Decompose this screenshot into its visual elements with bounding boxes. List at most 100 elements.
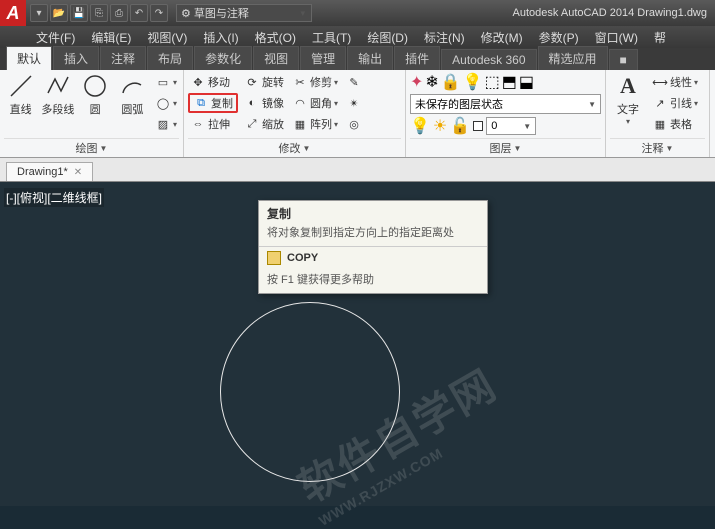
layer-props-icon[interactable]: ✦: [410, 72, 423, 92]
close-icon[interactable]: ✕: [74, 167, 82, 178]
dim-linear-button[interactable]: ⟷线性▾: [650, 72, 700, 92]
mirror-icon: ◐: [244, 95, 260, 111]
table-icon: ▦: [652, 116, 668, 132]
ellipse-button[interactable]: ◯▾: [153, 93, 179, 113]
tab-manage[interactable]: 管理: [300, 46, 346, 70]
tooltip-title: 复制: [259, 201, 487, 224]
ribbon-tabs: 默认 插入 注释 布局 参数化 视图 管理 输出 插件 Autodesk 360…: [0, 48, 715, 70]
move-icon: ✥: [190, 74, 206, 90]
workspace-label: 草图与注释: [194, 5, 249, 21]
qat-plot-icon[interactable]: ⎙: [110, 4, 128, 22]
menu-help[interactable]: 帮: [648, 27, 672, 48]
trim-button[interactable]: ✂修剪▾: [290, 72, 340, 92]
fillet-label: 圆角: [310, 95, 332, 111]
file-tab-label: Drawing1*: [17, 166, 68, 178]
layer-freeze-icon[interactable]: ❄: [425, 72, 438, 92]
layer-lock2-icon: 🔓: [450, 116, 470, 136]
rotate-button[interactable]: ⟳旋转: [242, 72, 286, 92]
hatch-button[interactable]: ▨▾: [153, 114, 179, 134]
panel-layers: ✦ ❄ 🔒 💡 ⬚ ⬒ ⬓ 未保存的图层状态▼ 💡 ☀ 🔓 0▼ 图层▼: [406, 70, 606, 157]
layer-prev-icon[interactable]: ⬓: [519, 72, 534, 92]
fillet-button[interactable]: ◠圆角▾: [290, 93, 340, 113]
line-button[interactable]: 直线: [4, 72, 37, 138]
file-tab-bar: Drawing1* ✕: [0, 158, 715, 182]
array-button[interactable]: ▦阵列▾: [290, 114, 340, 134]
panel-annotation-title[interactable]: 注释▼: [610, 138, 705, 157]
tab-annotate[interactable]: 注释: [100, 46, 146, 70]
copy-button[interactable]: ⧉复制: [188, 93, 238, 113]
text-button[interactable]: A 文字 ▾: [610, 72, 646, 138]
table-label: 表格: [670, 116, 692, 132]
tab-view[interactable]: 视图: [253, 46, 299, 70]
tab-insert[interactable]: 插入: [53, 46, 99, 70]
tab-plugins[interactable]: 插件: [394, 46, 440, 70]
circle-button[interactable]: 圆: [79, 72, 112, 138]
panel-annotation: A 文字 ▾ ⟷线性▾ ↗引线▾ ▦表格 注释▼: [606, 70, 710, 157]
menu-modify[interactable]: 修改(M): [475, 27, 529, 48]
menu-view[interactable]: 视图(V): [141, 27, 193, 48]
layer-state-combo[interactable]: 未保存的图层状态▼: [410, 94, 601, 114]
panel-draw-title[interactable]: 绘图▼: [4, 138, 179, 157]
panel-modify-title[interactable]: 修改▼: [188, 138, 401, 157]
panel-modify: ✥移动 ⧉复制 ⇔拉伸 ⟳旋转 ◐镜像 ⤢缩放 ✂修剪▾ ◠圆角▾ ▦阵列▾ ✎…: [184, 70, 406, 157]
leader-button[interactable]: ↗引线▾: [650, 93, 700, 113]
offset-button[interactable]: ◎: [344, 114, 364, 134]
menu-format[interactable]: 格式(O): [249, 27, 302, 48]
workspace-selector[interactable]: ⚙ 草图与注释 ▼: [176, 4, 312, 22]
mirror-button[interactable]: ◐镜像: [242, 93, 286, 113]
polyline-icon: [44, 72, 72, 100]
rectangle-icon: ▭: [155, 74, 171, 90]
explode-button[interactable]: ✴: [344, 93, 364, 113]
layer-off-icon[interactable]: 💡: [463, 72, 483, 92]
stretch-button[interactable]: ⇔拉伸: [188, 114, 238, 134]
panel-layers-title[interactable]: 图层▼: [410, 138, 601, 157]
qat-undo-icon[interactable]: ↶: [130, 4, 148, 22]
app-logo[interactable]: A: [0, 0, 26, 26]
tooltip-cmd-label: COPY: [287, 252, 318, 264]
tab-parametric[interactable]: 参数化: [194, 46, 252, 70]
file-tab[interactable]: Drawing1* ✕: [6, 162, 93, 181]
menu-dimension[interactable]: 标注(N): [418, 27, 471, 48]
tab-extra[interactable]: ■: [609, 49, 638, 70]
menu-window[interactable]: 窗口(W): [589, 27, 644, 48]
drawn-circle[interactable]: [220, 302, 400, 482]
polyline-button[interactable]: 多段线: [41, 72, 74, 138]
tab-home[interactable]: 默认: [6, 46, 52, 70]
tab-featured[interactable]: 精选应用: [538, 46, 608, 70]
arc-button[interactable]: 圆弧: [116, 72, 149, 138]
trim-icon: ✂: [292, 74, 308, 90]
menu-file[interactable]: 文件(F): [30, 27, 81, 48]
menu-parametric[interactable]: 参数(P): [533, 27, 585, 48]
menu-draw[interactable]: 绘图(D): [361, 27, 414, 48]
qat-new-icon[interactable]: ▾: [30, 4, 48, 22]
tab-layout[interactable]: 布局: [147, 46, 193, 70]
qat-save-icon[interactable]: 💾: [70, 4, 88, 22]
menu-edit[interactable]: 编辑(E): [85, 27, 137, 48]
qat-open-icon[interactable]: 📂: [50, 4, 68, 22]
table-button[interactable]: ▦表格: [650, 114, 700, 134]
tab-output[interactable]: 输出: [347, 46, 393, 70]
viewport-label[interactable]: [-][俯视][二维线框]: [4, 188, 104, 207]
qat-redo-icon[interactable]: ↷: [150, 4, 168, 22]
move-label: 移动: [208, 74, 230, 90]
leader-icon: ↗: [652, 95, 668, 111]
qat-saveas-icon[interactable]: ⎘: [90, 4, 108, 22]
menu-insert[interactable]: 插入(I): [197, 27, 244, 48]
arc-label: 圆弧: [121, 101, 143, 117]
layer-lock-icon[interactable]: 🔒: [441, 72, 461, 92]
rectangle-button[interactable]: ▭▾: [153, 72, 179, 92]
circle-label: 圆: [90, 101, 101, 117]
panel-draw: 直线 多段线 圆 圆弧 ▭▾ ◯▾ ▨▾ 绘图▼: [0, 70, 184, 157]
tab-autodesk360[interactable]: Autodesk 360: [441, 49, 536, 70]
copy-label: 复制: [211, 95, 233, 111]
layer-match-icon[interactable]: ⬒: [502, 72, 517, 92]
layer-current-combo[interactable]: 0▼: [486, 117, 536, 135]
erase-button[interactable]: ✎: [344, 72, 364, 92]
polyline-label: 多段线: [41, 101, 74, 117]
erase-icon: ✎: [346, 74, 362, 90]
scale-button[interactable]: ⤢缩放: [242, 114, 286, 134]
layer-iso-icon[interactable]: ⬚: [485, 72, 500, 92]
move-button[interactable]: ✥移动: [188, 72, 238, 92]
menu-tools[interactable]: 工具(T): [306, 27, 357, 48]
title-bar: A ▾ 📂 💾 ⎘ ⎙ ↶ ↷ ⚙ 草图与注释 ▼ Autodesk AutoC…: [0, 0, 715, 26]
